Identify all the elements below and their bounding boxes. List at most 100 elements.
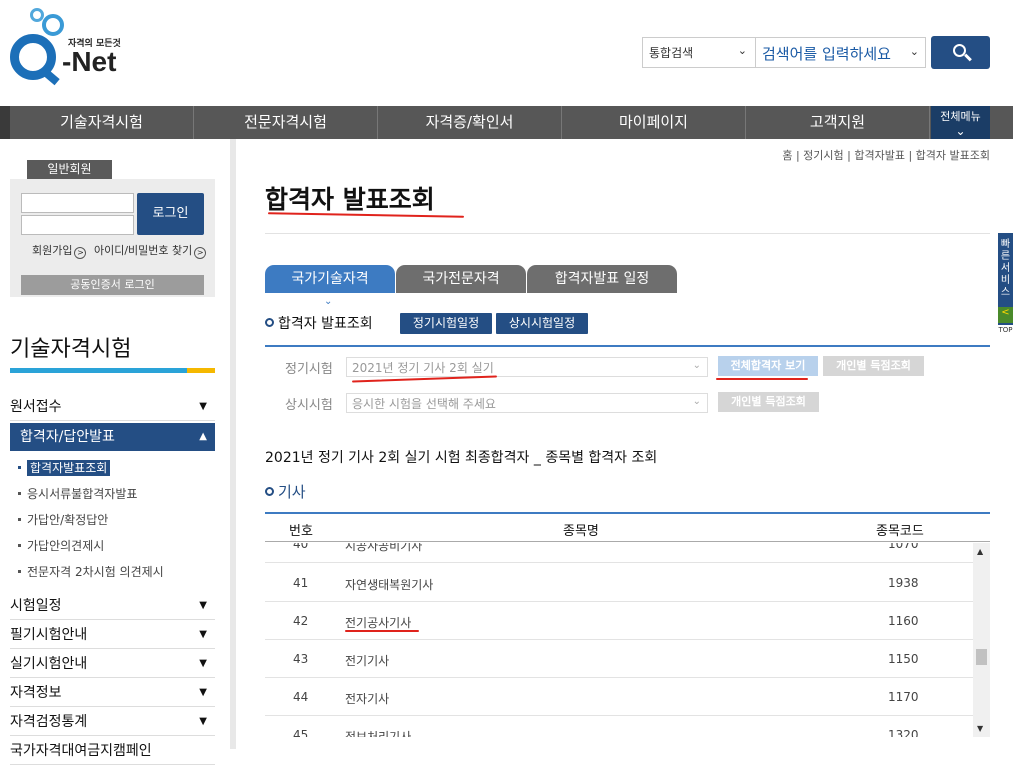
ondemand-exam-select[interactable]: 응시한 시험을 선택해 주세요 ⌄ bbox=[346, 393, 708, 413]
row-name: 정보처리기사 bbox=[345, 730, 412, 737]
search-input[interactable]: 검색어를 입력하세요 ⌄ bbox=[756, 37, 926, 68]
chevron-up-icon: ▲ bbox=[199, 431, 207, 442]
personal-score-button-2[interactable]: 개인별 득점조회 bbox=[718, 392, 819, 412]
bullet bbox=[18, 518, 21, 521]
regular-exam-select[interactable]: 2021년 정기 기사 2회 실기 ⌄ bbox=[346, 357, 708, 377]
regular-schedule-button[interactable]: 정기시험일정 bbox=[400, 313, 492, 334]
menu-label: 시험일정 bbox=[10, 598, 62, 614]
menu-written[interactable]: 필기시험안내 ▼ bbox=[10, 621, 215, 649]
gnb-item-prof-exam[interactable]: 전문자격시험 bbox=[194, 106, 378, 139]
menu-campaign[interactable]: 국가자격대여금지캠페인 bbox=[10, 737, 215, 765]
result-title: 2021년 정기 기사 2회 실기 시험 최종합격자 _ 종목별 합격자 조회 bbox=[265, 450, 658, 466]
tab-national-prof[interactable]: 국가전문자격 bbox=[396, 265, 526, 293]
breadcrumb-results[interactable]: 합격자발표 bbox=[854, 149, 905, 162]
quick-toggle-icon[interactable]: < bbox=[998, 307, 1013, 323]
bullet bbox=[18, 466, 21, 469]
sub-prof-opinion[interactable]: 전문자격 2차시험 의견제시 bbox=[18, 563, 164, 580]
table-row[interactable]: 42 전기공사기사 1160 bbox=[265, 602, 973, 640]
gnb-item-certificate[interactable]: 자격증/확인서 bbox=[378, 106, 562, 139]
menu-schedule[interactable]: 시험일정 ▼ bbox=[10, 592, 215, 620]
chevron-down-icon: ⌄ bbox=[692, 396, 701, 407]
table-row[interactable]: 45 정보처리기사 1320 bbox=[265, 716, 973, 737]
section-title: 합격자 발표조회 bbox=[265, 313, 373, 333]
tab-results-schedule[interactable]: 합격자발표 일정 bbox=[527, 265, 677, 293]
regular-exam-value: 2021년 정기 기사 2회 실기 bbox=[352, 361, 494, 375]
sub-label: 합격자발표조회 bbox=[27, 460, 111, 476]
row-number: 44 bbox=[293, 690, 309, 704]
table-row[interactable]: 40 시공사공비기사 1070 bbox=[265, 543, 973, 563]
ondemand-label: 상시시험 bbox=[285, 398, 333, 413]
annotation-underline bbox=[716, 378, 808, 380]
menu-application[interactable]: 원서접수 ▼ bbox=[10, 393, 215, 421]
search-button[interactable] bbox=[931, 36, 990, 69]
qnet-logo[interactable]: 자격의 모든것 -Net bbox=[8, 8, 128, 86]
chevron-down-icon: ▼ bbox=[199, 716, 207, 727]
view-all-button[interactable]: 전체합격자 보기 bbox=[718, 356, 818, 376]
join-link[interactable]: 회원가입 bbox=[32, 244, 72, 257]
chevron-down-icon: ▼ bbox=[199, 629, 207, 640]
row-name: 전자기사 bbox=[345, 692, 390, 706]
sub-doc-fail[interactable]: 응시서류불합격자발표 bbox=[18, 485, 137, 502]
logo-q-mark bbox=[10, 34, 56, 80]
menu-label: 실기시험안내 bbox=[10, 656, 88, 672]
row-code: 1170 bbox=[888, 690, 919, 704]
chevron-down-icon: ⌄ bbox=[692, 360, 701, 371]
annotation-underline bbox=[345, 630, 419, 632]
table-body[interactable]: 40 시공사공비기사 1070 41 자연생태복원기사 1938 42 전기공사… bbox=[265, 543, 990, 737]
section-title-text: 합격자 발표조회 bbox=[278, 316, 373, 332]
sub-answer-opinion[interactable]: 가답안의견제시 bbox=[18, 537, 104, 554]
menu-practical[interactable]: 실기시험안내 ▼ bbox=[10, 650, 215, 678]
category-title: 기사 bbox=[265, 481, 306, 502]
sub-results-lookup[interactable]: 합격자발표조회 bbox=[18, 459, 111, 476]
scroll-down-icon[interactable]: ▼ bbox=[977, 724, 983, 733]
personal-score-button[interactable]: 개인별 득점조회 bbox=[823, 356, 924, 376]
sub-label: 응시서류불합격자발표 bbox=[27, 487, 138, 501]
gnb-item-mypage[interactable]: 마이페이지 bbox=[562, 106, 746, 139]
row-name: 자연생태복원기사 bbox=[345, 578, 434, 592]
table-row[interactable]: 41 자연생태복원기사 1938 bbox=[265, 564, 973, 602]
header-name: 종목명 bbox=[563, 524, 599, 539]
menu-results[interactable]: 합격자/답안발표 ▲ bbox=[10, 423, 215, 451]
scrollbar-thumb[interactable] bbox=[976, 649, 987, 665]
scroll-up-icon[interactable]: ▲ bbox=[977, 547, 983, 556]
menu-label: 자격검정통계 bbox=[10, 714, 88, 730]
all-menu-button[interactable]: 전체메뉴 ⌄ bbox=[931, 106, 990, 139]
search-scope-select[interactable]: 통합검색 ⌄ bbox=[642, 37, 756, 68]
menu-label: 국가자격대여금지캠페인 bbox=[10, 743, 152, 759]
id-input[interactable] bbox=[21, 193, 134, 213]
tab-national-tech[interactable]: 국가기술자격 bbox=[265, 265, 395, 293]
search-placeholder: 검색어를 입력하세요 bbox=[762, 45, 891, 63]
ondemand-schedule-button[interactable]: 상시시험일정 bbox=[496, 313, 588, 334]
chevron-down-icon: ⌄ bbox=[909, 45, 919, 58]
find-account-link[interactable]: 아이디/비밀번호 찾기 bbox=[94, 244, 192, 257]
sub-label: 가답안/확정답안 bbox=[27, 513, 109, 527]
title-divider bbox=[265, 233, 990, 234]
chevron-down-icon: ⌄ bbox=[955, 124, 966, 138]
table-row[interactable]: 44 전자기사 1170 bbox=[265, 678, 973, 716]
top-button[interactable]: TOP bbox=[998, 326, 1013, 344]
sub-answers[interactable]: 가답안/확정답안 bbox=[18, 511, 108, 528]
sub-label: 가답안의견제시 bbox=[27, 539, 105, 553]
cert-login-button[interactable]: 공동인증서 로그인 bbox=[21, 275, 204, 295]
lnb-title-bar bbox=[10, 368, 215, 373]
gnb-item-support[interactable]: 고객지원 bbox=[746, 106, 930, 139]
all-menu-label: 전체메뉴 bbox=[940, 110, 981, 123]
page-title: 합격자 발표조회 bbox=[265, 185, 435, 214]
chevron-down-icon: ▼ bbox=[199, 600, 207, 611]
menu-qual-info[interactable]: 자격정보 ▼ bbox=[10, 679, 215, 707]
member-tab[interactable]: 일반회원 bbox=[27, 160, 112, 179]
table-scrollbar[interactable]: ▲ ▼ bbox=[973, 543, 990, 737]
breadcrumb-home[interactable]: 홈 bbox=[782, 149, 792, 162]
breadcrumb-regular[interactable]: 정기시험 bbox=[803, 149, 843, 162]
password-input[interactable] bbox=[21, 215, 134, 235]
category-text: 기사 bbox=[278, 483, 306, 501]
table-row[interactable]: 43 전기기사 1150 bbox=[265, 640, 973, 678]
login-box: 로그인 회원가입 > 아이디/비밀번호 찾기 > 공동인증서 로그인 bbox=[10, 179, 215, 297]
login-button[interactable]: 로그인 bbox=[137, 193, 204, 235]
chevron-down-icon: ⌄ bbox=[737, 44, 747, 57]
gnb-item-tech-exam[interactable]: 기술자격시험 bbox=[0, 106, 194, 139]
chevron-down-icon: ▼ bbox=[199, 401, 207, 412]
breadcrumb-current: 합격자 발표조회 bbox=[915, 149, 990, 162]
menu-stats[interactable]: 자격검정통계 ▼ bbox=[10, 708, 215, 736]
chevron-right-icon: > bbox=[74, 247, 87, 259]
